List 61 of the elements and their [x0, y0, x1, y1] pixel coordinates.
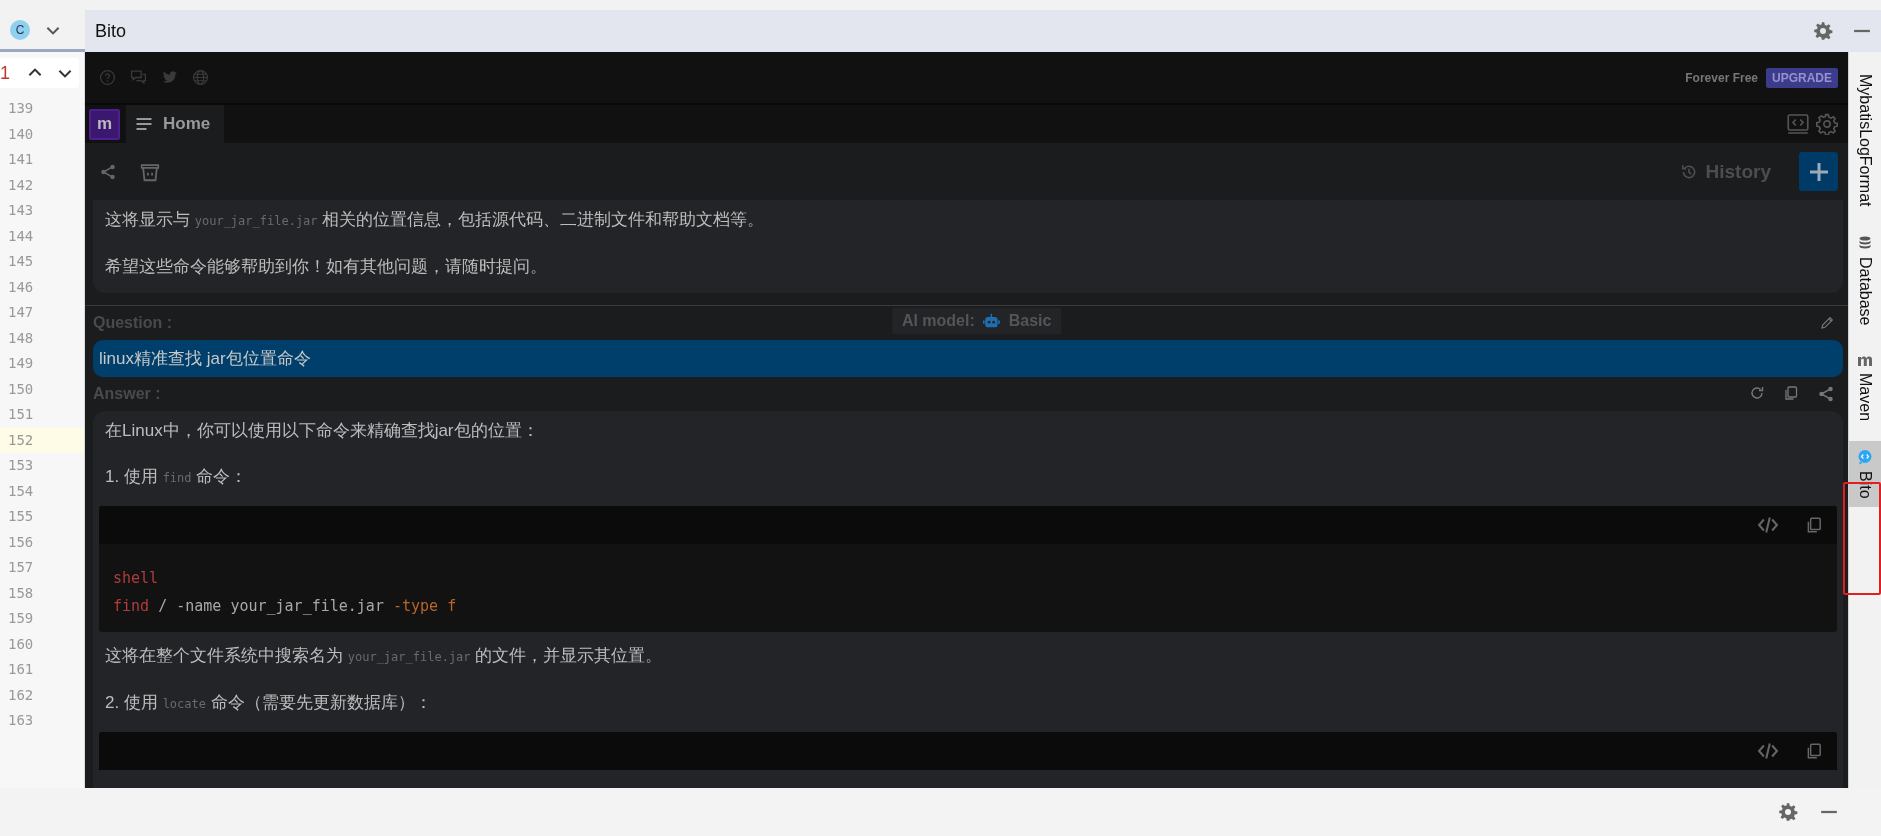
answer-text: 2. 使用 locate 命令（需要先更新数据库）： — [105, 692, 433, 714]
tool-window-tab[interactable]: Maven — [1849, 345, 1881, 430]
line-number: 147 — [7, 303, 35, 322]
line-number: 148 — [7, 328, 35, 348]
refresh-icon[interactable] — [1749, 385, 1765, 401]
answer-text: 这将显示与 your_jar_file.jar 相关的位置信息，包括源代码、二进制文件和帮助文档等。 — [105, 209, 766, 231]
line-number: 156 — [7, 532, 35, 552]
file-tab[interactable]: C — [10, 19, 30, 40]
line-number: 145 — [7, 252, 35, 271]
line-number: 139 — [7, 99, 35, 118]
answer-text: 这将在整个文件系统中搜索名为 your_jar_file.jar 的文件，并显示其位置。 — [105, 645, 664, 667]
line-number: 149 — [7, 354, 35, 373]
line-number: 146 — [7, 277, 35, 297]
line-number: 159 — [7, 609, 35, 628]
line-number: 141 — [7, 150, 35, 169]
line-number: 143 — [7, 201, 35, 220]
line-number: 144 — [7, 226, 35, 246]
code-icon[interactable] — [1757, 740, 1779, 762]
answer-text: 希望这些命令能够帮助到你！如有其他问题，请随时提问。 — [105, 256, 548, 278]
settings-icon[interactable] — [1816, 113, 1838, 135]
line-number: 162 — [7, 685, 35, 705]
home-tab[interactable]: Home — [126, 105, 225, 143]
share-icon[interactable] — [1817, 385, 1835, 403]
line-number: 155 — [7, 507, 35, 526]
line-number: 161 — [7, 660, 35, 679]
line-number: 151 — [7, 405, 35, 424]
edit-icon[interactable] — [1819, 315, 1835, 331]
answer-text: 在Linux中，你可以使用以下命令来精确查找jar包的位置： — [105, 420, 540, 442]
line-number: 150 — [7, 379, 35, 399]
chat-bubble-icon — [1857, 449, 1873, 466]
line-number: 153 — [7, 456, 35, 475]
line-number: 157 — [7, 558, 35, 577]
share-icon[interactable] — [99, 162, 117, 181]
line-number: 158 — [7, 583, 35, 603]
tool-window-tab[interactable]: MybatisLogFormat — [1849, 66, 1881, 215]
new-chat-button[interactable] — [1799, 152, 1838, 191]
code-icon[interactable] — [1757, 514, 1779, 536]
settings-icon[interactable] — [1813, 21, 1833, 41]
match-count: 1 — [0, 62, 11, 84]
line-number: 142 — [7, 175, 35, 195]
line-number: 154 — [7, 481, 35, 501]
copy-icon[interactable] — [1805, 742, 1823, 760]
line-number: 160 — [7, 634, 35, 654]
code-line: shell — [113, 568, 160, 589]
line-number: 163 — [7, 711, 35, 730]
line-number: 152 — [0, 427, 84, 453]
tool-window-tab[interactable]: Database — [1849, 226, 1881, 333]
history-icon — [1679, 162, 1698, 181]
question-bubble: linux精准查找 jar包位置命令 — [93, 340, 1843, 377]
code-window-icon[interactable] — [1786, 112, 1810, 136]
tool-window-title: Bito — [95, 20, 127, 42]
settings-icon[interactable] — [1778, 802, 1798, 822]
plan-label: Forever Free — [1685, 70, 1758, 85]
avatar[interactable]: m — [89, 108, 120, 140]
copy-icon[interactable] — [1805, 516, 1823, 534]
copy-icon[interactable] — [1783, 385, 1799, 401]
line-number: 140 — [7, 124, 35, 144]
code-line: find / -name your_jar_file.jar -type f — [113, 596, 458, 617]
answer-text: 1. 使用 find 命令： — [105, 466, 249, 488]
database-icon — [1857, 234, 1873, 251]
robot-icon — [982, 312, 1001, 330]
